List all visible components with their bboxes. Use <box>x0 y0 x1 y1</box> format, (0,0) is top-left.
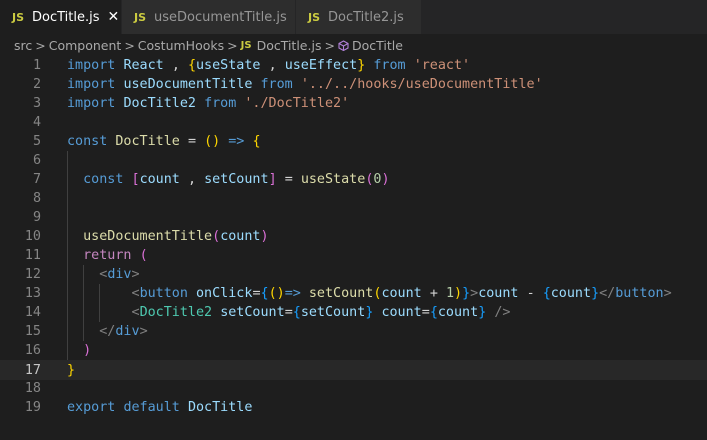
tab-doctitle-js[interactable]: JS DocTitle.js ✕ <box>0 0 122 34</box>
breadcrumb-item-file[interactable]: DocTitle.js <box>257 38 322 53</box>
code-line[interactable]: 2 import useDocumentTitle from '../../hoo… <box>0 75 707 94</box>
line-number: 3 <box>32 96 41 111</box>
breadcrumb: src > Component > CostumHooks > JS DocTi… <box>0 34 707 56</box>
code-text: import useDocumentTitle from '../../hook… <box>67 77 543 92</box>
line-number: 4 <box>32 115 41 130</box>
line-number: 11 <box>24 248 41 263</box>
code-line[interactable]: 11 return ( <box>0 246 707 265</box>
line-number: 9 <box>32 210 41 225</box>
code-line[interactable]: 9 <box>0 208 707 227</box>
breadcrumb-item-src[interactable]: src <box>14 38 32 53</box>
close-icon[interactable]: ✕ <box>108 10 120 24</box>
code-text: export default DocTitle <box>67 400 253 415</box>
line-number: 18 <box>24 381 41 396</box>
code-text: import DocTitle2 from './DocTitle2' <box>67 96 350 111</box>
tab-label: DocTitle2.js <box>328 9 404 25</box>
code-text: <button onClick={()=> setCount(count + 1… <box>131 286 672 301</box>
code-text: const [count , setCount] = useState(0) <box>83 172 390 187</box>
indent-guide <box>83 265 85 341</box>
code-text: } <box>67 363 76 378</box>
breadcrumb-separator-icon: > <box>124 37 135 53</box>
code-line[interactable]: 17} <box>0 360 707 380</box>
code-line[interactable]: 16 ) <box>0 341 707 360</box>
tab-usedocumenttitle-js[interactable]: JS useDocumentTitle.js <box>122 0 296 34</box>
line-number: 10 <box>24 229 41 244</box>
code-text: <DocTitle2 setCount={setCount} count={co… <box>131 305 511 320</box>
symbol-function-icon <box>338 39 349 51</box>
breadcrumb-item-symbol[interactable]: DocTitle <box>352 38 403 53</box>
javascript-file-icon: JS <box>240 39 252 51</box>
line-number: 2 <box>32 77 41 92</box>
line-number: 5 <box>32 134 41 149</box>
code-line[interactable]: 4 <box>0 113 707 132</box>
code-line[interactable]: 14 <DocTitle2 setCount={setCount} count=… <box>0 303 707 322</box>
tab-label: useDocumentTitle.js <box>154 9 287 25</box>
code-line[interactable]: 12 <div> <box>0 265 707 284</box>
code-text: const DocTitle = () => { <box>67 134 261 149</box>
line-number: 16 <box>24 343 41 358</box>
code-line[interactable]: 5 const DocTitle = () => { <box>0 132 707 151</box>
line-number: 7 <box>32 172 41 187</box>
code-line[interactable]: 19 export default DocTitle <box>0 398 707 417</box>
line-number: 14 <box>24 305 41 320</box>
code-line[interactable]: 10 useDocumentTitle(count) <box>0 227 707 246</box>
code-line[interactable]: 7 const [count , setCount] = useState(0) <box>0 170 707 189</box>
breadcrumb-separator-icon: > <box>324 37 335 53</box>
code-line[interactable]: 18 <box>0 379 707 398</box>
line-number: 13 <box>24 286 41 301</box>
indent-guide <box>67 151 68 360</box>
javascript-file-icon: JS <box>12 10 25 24</box>
line-number: 6 <box>32 153 41 168</box>
line-number: 19 <box>24 400 41 415</box>
tab-label: DocTitle.js <box>32 9 100 25</box>
line-number: 17 <box>24 363 41 378</box>
code-text: import React , {useState , useEffect} fr… <box>67 58 471 73</box>
code-text: useDocumentTitle(count) <box>83 229 269 244</box>
code-line[interactable]: 3 import DocTitle2 from './DocTitle2' <box>0 94 707 113</box>
code-text: </div> <box>99 324 148 339</box>
line-number: 15 <box>24 324 41 339</box>
javascript-file-icon: JS <box>134 10 147 24</box>
code-editor[interactable]: 1 import React , {useState , useEffect} f… <box>0 56 707 440</box>
code-line[interactable]: 15 </div> <box>0 322 707 341</box>
breadcrumb-separator-icon: > <box>227 37 238 53</box>
line-number: 1 <box>32 58 41 73</box>
editor-tab-bar: JS DocTitle.js ✕ JS useDocumentTitle.js … <box>0 0 707 34</box>
line-number: 8 <box>32 191 41 206</box>
code-text: <div> <box>99 267 140 282</box>
breadcrumb-item-component[interactable]: Component <box>49 38 122 53</box>
javascript-file-icon: JS <box>308 10 321 24</box>
indent-guide <box>99 284 101 322</box>
code-line[interactable]: 1 import React , {useState , useEffect} f… <box>0 56 707 75</box>
code-text: ) <box>83 343 92 358</box>
line-number: 12 <box>24 267 41 282</box>
code-line[interactable]: 8 <box>0 189 707 208</box>
code-line[interactable]: 13 <button onClick={()=> setCount(count … <box>0 284 707 303</box>
code-line[interactable]: 6 <box>0 151 707 170</box>
tab-doctitle2-js[interactable]: JS DocTitle2.js <box>296 0 422 34</box>
breadcrumb-item-costumhooks[interactable]: CostumHooks <box>138 38 224 53</box>
breadcrumb-separator-icon: > <box>35 37 46 53</box>
code-text: return ( <box>83 248 148 263</box>
